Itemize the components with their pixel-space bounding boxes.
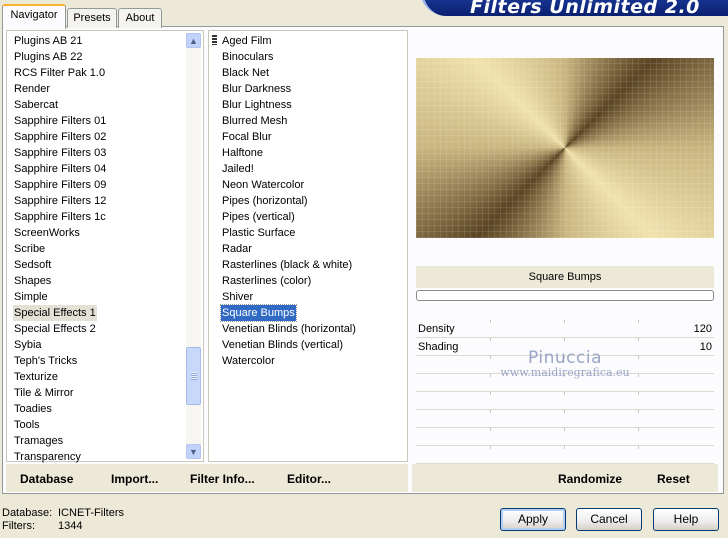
category-item[interactable]: Simple xyxy=(13,289,49,305)
category-item[interactable]: Special Effects 2 xyxy=(13,321,97,337)
left-action-bar: Database Import... Filter Info... Editor… xyxy=(6,464,408,492)
watermark-url: www.maidiregrafica.eu xyxy=(500,366,630,379)
filters-count-value: 1344 xyxy=(58,520,83,532)
filter-item[interactable]: Radar xyxy=(221,241,253,257)
category-item[interactable]: Sapphire Filters 02 xyxy=(13,129,107,145)
category-item[interactable]: Shapes xyxy=(13,273,52,289)
preview-image xyxy=(416,58,714,238)
reset-button[interactable]: Reset xyxy=(657,472,690,486)
category-item[interactable]: Scribe xyxy=(13,241,46,257)
right-action-bar: Randomize Reset xyxy=(412,464,718,492)
filter-item[interactable]: Rasterlines (color) xyxy=(221,273,312,289)
category-item[interactable]: Sabercat xyxy=(13,97,59,113)
category-item[interactable]: Sapphire Filters 04 xyxy=(13,161,107,177)
database-info: Database: ICNET-Filters Filters: 1344 xyxy=(2,507,124,533)
category-scrollbar[interactable]: ▲ ▼ xyxy=(186,33,201,459)
filter-item[interactable]: Binoculars xyxy=(221,49,274,65)
filter-item[interactable]: Halftone xyxy=(221,145,264,161)
param-name: Density xyxy=(418,323,455,335)
app-title: Filters Unlimited 2.0 xyxy=(470,0,700,18)
filter-item[interactable]: Watercolor xyxy=(221,353,276,369)
apply-button[interactable]: Apply xyxy=(500,508,566,531)
tab-presets[interactable]: Presets xyxy=(67,8,117,28)
filter-item[interactable]: Venetian Blinds (vertical) xyxy=(221,337,344,353)
category-item[interactable]: Render xyxy=(13,81,51,97)
watermark-name: Pinuccia xyxy=(528,348,602,368)
category-item[interactable]: Texturize xyxy=(13,369,59,385)
category-item[interactable]: Sapphire Filters 12 xyxy=(13,193,107,209)
grip-icon xyxy=(212,35,217,45)
filter-item[interactable]: Blurred Mesh xyxy=(221,113,288,129)
parameter-list: Density 120 Shading 10 xyxy=(416,320,714,464)
category-item[interactable]: Transparency xyxy=(13,449,82,465)
tab-navigator[interactable]: Navigator xyxy=(2,4,66,29)
filter-list[interactable]: Aged Film Binoculars Black Net Blur Darknes… xyxy=(208,30,408,462)
filter-item[interactable]: Plastic Surface xyxy=(221,225,296,241)
filter-item[interactable]: Venetian Blinds (horizontal) xyxy=(221,321,357,337)
category-item[interactable]: ScreenWorks xyxy=(13,225,81,241)
category-item[interactable]: Sapphire Filters 01 xyxy=(13,113,107,129)
import-button[interactable]: Import... xyxy=(111,472,158,486)
database-label: Database: xyxy=(2,507,53,519)
category-item[interactable]: Sapphire Filters 03 xyxy=(13,145,107,161)
scroll-up-button[interactable]: ▲ xyxy=(186,33,201,48)
filter-item[interactable]: Blur Lightness xyxy=(221,97,293,113)
category-item[interactable]: Sybia xyxy=(13,337,43,353)
category-item[interactable]: Plugins AB 21 xyxy=(13,33,84,49)
category-item[interactable]: Toadies xyxy=(13,401,53,417)
category-item[interactable]: Tile & Mirror xyxy=(13,385,74,401)
category-item[interactable]: Sapphire Filters 1c xyxy=(13,209,107,225)
param-row xyxy=(416,410,714,428)
database-button[interactable]: Database xyxy=(20,472,73,486)
tab-about[interactable]: About xyxy=(118,8,162,28)
param-row xyxy=(416,446,714,464)
filter-item[interactable]: Square Bumps xyxy=(220,304,297,322)
filter-name-label: Square Bumps xyxy=(416,266,714,288)
cancel-button[interactable]: Cancel xyxy=(576,508,642,531)
category-list[interactable]: ▲ ▼ Plugins AB 21 Plugins AB 22 RCS Filter… xyxy=(6,30,204,465)
filter-item[interactable]: Blur Darkness xyxy=(221,81,292,97)
help-button[interactable]: Help xyxy=(653,508,719,531)
param-row xyxy=(416,392,714,410)
category-item[interactable]: Sapphire Filters 09 xyxy=(13,177,107,193)
param-row xyxy=(416,428,714,446)
category-item[interactable]: Tools xyxy=(13,417,41,433)
filter-info-button[interactable]: Filter Info... xyxy=(190,472,255,486)
filter-item[interactable]: Jailed! xyxy=(221,161,255,177)
filter-item[interactable]: Pipes (vertical) xyxy=(221,209,296,225)
filter-item[interactable]: Black Net xyxy=(221,65,270,81)
category-item[interactable]: Plugins AB 22 xyxy=(13,49,84,65)
randomize-button[interactable]: Randomize xyxy=(558,472,622,486)
scroll-down-button[interactable]: ▼ xyxy=(186,444,201,459)
filter-item[interactable]: Rasterlines (black & white) xyxy=(221,257,353,273)
filter-item[interactable]: Pipes (horizontal) xyxy=(221,193,309,209)
filter-item[interactable]: Focal Blur xyxy=(221,129,273,145)
filter-item[interactable]: Neon Watercolor xyxy=(221,177,305,193)
param-value[interactable]: 120 xyxy=(694,320,712,338)
database-value: ICNET-Filters xyxy=(58,507,124,519)
editor-button[interactable]: Editor... xyxy=(287,472,331,486)
param-row[interactable]: Density 120 xyxy=(416,320,714,338)
category-item[interactable]: Special Effects 1 xyxy=(13,305,97,321)
filter-item[interactable]: Aged Film xyxy=(221,33,273,49)
watermark: Pinuccia www.maidiregrafica.eu xyxy=(416,348,714,379)
filter-item[interactable]: Shiver xyxy=(221,289,254,305)
category-item[interactable]: Sedsoft xyxy=(13,257,52,273)
category-item[interactable]: Tramages xyxy=(13,433,64,449)
category-item[interactable]: Teph's Tricks xyxy=(13,353,78,369)
scroll-thumb[interactable] xyxy=(186,347,201,405)
category-item[interactable]: RCS Filter Pak 1.0 xyxy=(13,65,106,81)
progress-bar xyxy=(416,290,714,301)
filters-count-label: Filters: xyxy=(2,520,35,532)
